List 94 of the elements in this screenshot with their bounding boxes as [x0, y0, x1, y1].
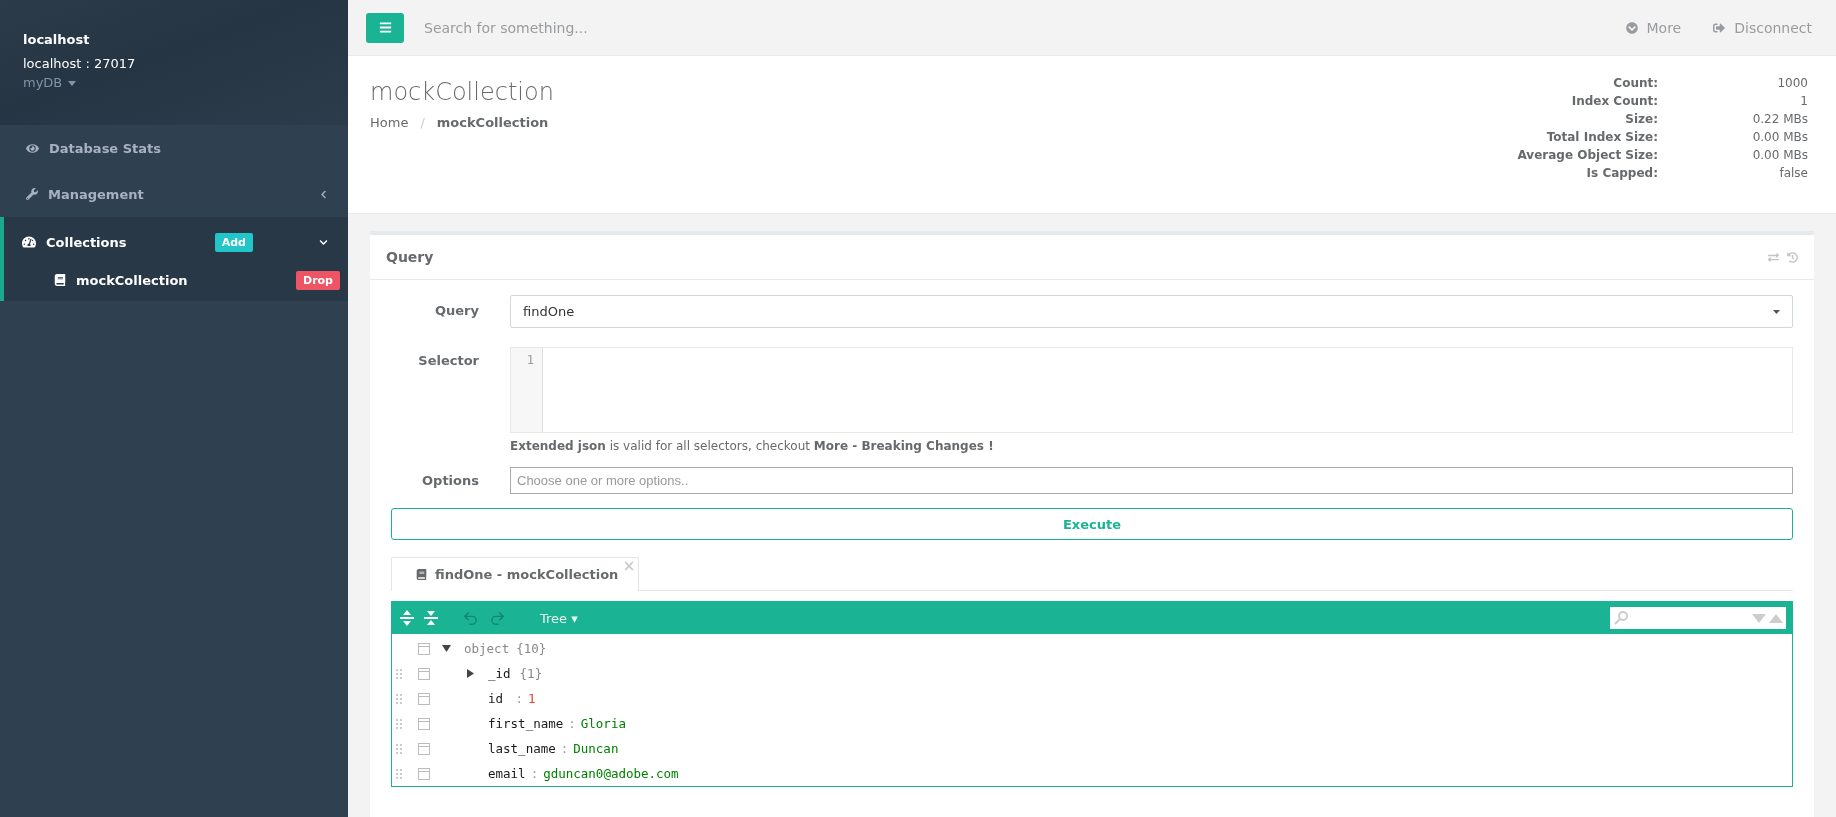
tree-value: gduncan0@adobe.com [543, 766, 679, 781]
stat-value: 0.00 MBs [1751, 129, 1808, 146]
key-separator: : [530, 766, 539, 781]
tree-key: last_name [488, 741, 556, 756]
page-title: mockCollection [370, 78, 554, 106]
top-link[interactable]: Disconnect [1713, 19, 1812, 36]
menu-button[interactable] [366, 12, 404, 43]
key-separator: : [568, 716, 576, 731]
previous-result-icon[interactable] [1769, 613, 1783, 623]
collection-item[interactable]: mockCollection Drop [4, 263, 348, 297]
swap-icon[interactable] [1768, 251, 1779, 263]
stat-label: Index Count: [1570, 93, 1658, 110]
connection-name: localhost [23, 31, 91, 49]
nav-label: Database Stats [49, 140, 161, 156]
field-label: Selector [417, 352, 480, 368]
breadcrumb-item[interactable]: Home [370, 115, 409, 130]
caret-icon [68, 80, 77, 86]
tree-search-field[interactable] [1610, 607, 1786, 629]
connection-address: localhost : 27017 [23, 55, 137, 73]
options-field[interactable]: Choose one or more options.. [510, 467, 1793, 494]
stat-value: 1000 [1776, 75, 1808, 92]
search-icon [1613, 610, 1629, 626]
drag-handle-icon[interactable] [396, 692, 402, 705]
stat-value: false [1778, 165, 1808, 182]
add-badge[interactable]: Add [214, 232, 253, 252]
history-icon[interactable] [1787, 251, 1798, 263]
tree-key: id [488, 691, 511, 706]
book-icon [54, 274, 66, 286]
collapse-all-icon[interactable] [424, 609, 438, 627]
stat-value: 0.00 MBs [1751, 147, 1808, 164]
nav-item[interactable]: Management [4, 171, 348, 217]
nav-item[interactable]: Collections Add [4, 221, 348, 263]
drag-handle-icon[interactable] [396, 767, 402, 780]
collection-label: mockCollection [76, 272, 188, 288]
drop-badge[interactable]: Drop [296, 270, 340, 290]
context-menu-icon[interactable] [418, 717, 430, 730]
mode-dropdown[interactable]: Tree ▾ [534, 609, 584, 627]
tree-key: _id [488, 666, 511, 681]
field-label: Options [421, 472, 480, 488]
stat-value: 1 [1799, 93, 1808, 110]
tree-key: email [488, 766, 526, 781]
stat-label: Count: [1612, 75, 1658, 92]
caret-icon [1773, 309, 1780, 314]
tree-value: Duncan [573, 741, 619, 756]
database-dropdown[interactable]: myDB [23, 74, 77, 92]
context-menu-icon[interactable] [418, 767, 430, 780]
result-tab[interactable]: findOne - mockCollection × [391, 557, 640, 591]
top-link[interactable]: More [1625, 19, 1682, 36]
search-field[interactable]: Search for something... [422, 18, 1594, 37]
execute-button[interactable]: Execute [391, 508, 1793, 540]
field-label: Query [434, 302, 480, 318]
selector-editor[interactable]: 1 [510, 347, 1793, 433]
stat-label: Size: [1624, 111, 1658, 128]
help-text: Extended json is valid for all selectors, checkout More - Breaking Changes ! [510, 439, 995, 453]
next-result-icon[interactable] [1752, 613, 1766, 623]
nav-label: Collections [46, 234, 127, 250]
stat-value: 0.22 MBs [1751, 111, 1808, 128]
menu-icon [378, 21, 392, 34]
tab-label: findOne - mockCollection [435, 567, 619, 582]
drag-handle-icon[interactable] [396, 667, 402, 680]
line-number: 1 [526, 353, 534, 367]
expand-triangle-icon[interactable] [466, 669, 475, 678]
drag-handle-icon[interactable] [396, 742, 402, 755]
gauge-icon [22, 235, 36, 249]
eye-icon [26, 141, 39, 155]
drag-handle-icon[interactable] [396, 717, 402, 730]
panel-title: Query [386, 249, 434, 265]
context-menu-icon[interactable] [418, 667, 430, 680]
key-separator: : [560, 741, 569, 756]
wrench-icon [26, 188, 38, 200]
child-count: {1} [519, 666, 543, 681]
breadcrumb-item[interactable]: mockCollection [436, 115, 549, 130]
context-menu-icon[interactable] [418, 692, 430, 705]
expand-all-icon[interactable] [400, 609, 414, 627]
collapse-triangle-icon[interactable] [442, 644, 451, 653]
redo-icon[interactable] [489, 609, 506, 627]
context-menu-icon[interactable] [418, 642, 430, 655]
breadcrumb-separator: / [420, 115, 425, 130]
nav-label: Management [48, 186, 144, 202]
book-icon [416, 569, 427, 580]
stat-label: Total Index Size: [1545, 129, 1658, 146]
query-select[interactable]: findOne [510, 295, 1793, 328]
tree-key: object [464, 641, 510, 656]
undo-icon[interactable] [462, 609, 479, 627]
child-count: {10} [516, 641, 547, 656]
tree-key: first_name [488, 716, 564, 731]
nav-item[interactable]: Database Stats [4, 125, 348, 171]
stat-label: Average Object Size: [1517, 147, 1658, 164]
sign-out-icon [1713, 21, 1726, 34]
stat-label: Is Capped: [1585, 165, 1658, 182]
context-menu-icon[interactable] [418, 742, 430, 755]
tree-value: 1 [528, 691, 536, 706]
tree-value: Gloria [580, 716, 626, 731]
key-separator: : [515, 691, 524, 706]
